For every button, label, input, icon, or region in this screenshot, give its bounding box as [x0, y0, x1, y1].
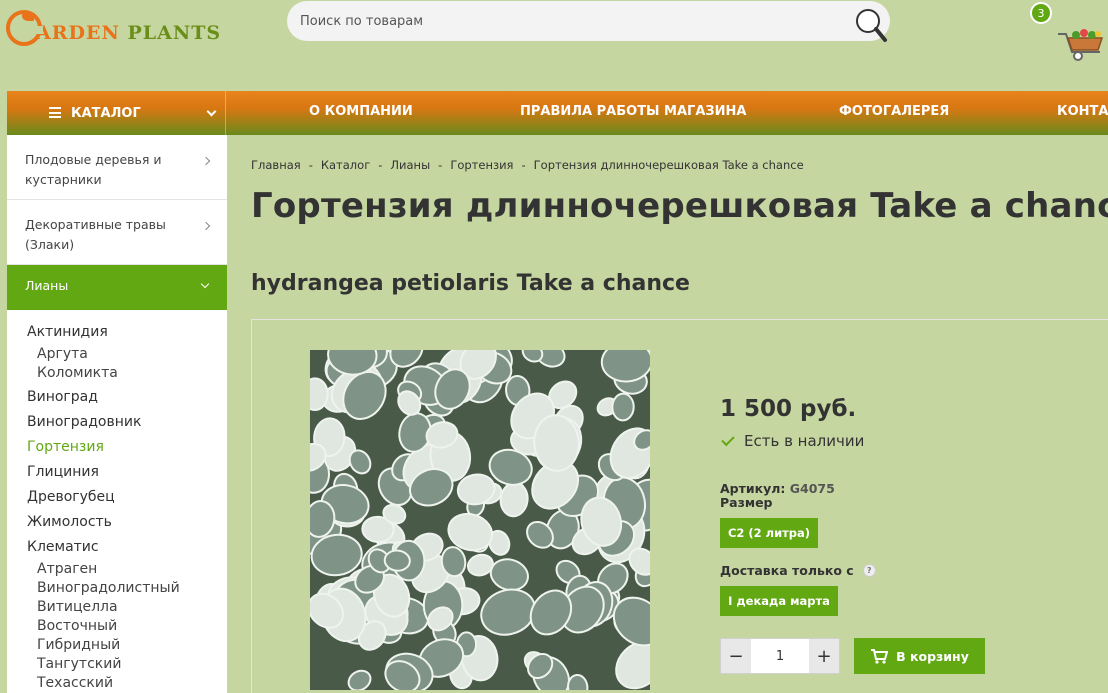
page-title: Гортензия длинночерешковая Take a chance	[251, 186, 1108, 226]
sidebar-sub-item[interactable]: Актинидия	[27, 320, 227, 345]
sidebar-sub-sub-item[interactable]: Техасский	[27, 674, 227, 693]
add-to-cart-button[interactable]: В корзину	[854, 638, 985, 674]
catalog-menu-button[interactable]: КАТАЛОГ	[7, 91, 226, 135]
product-photo[interactable]	[310, 350, 650, 690]
nav-about[interactable]: О КОМПАНИИ	[309, 104, 413, 119]
breadcrumb-home[interactable]: Главная	[251, 158, 301, 172]
search-input[interactable]	[300, 13, 840, 29]
sidebar-item-lianas[interactable]: Лианы	[7, 265, 227, 310]
sidebar-item-label: Плодовые деревья и кустарники	[25, 152, 162, 187]
breadcrumb-catalog[interactable]: Каталог	[321, 158, 370, 172]
wheelbarrow-cart-icon[interactable]	[1056, 26, 1108, 62]
sidebar-sub-sub-item[interactable]: Аргута	[27, 345, 227, 364]
sidebar-sub-sub-item[interactable]: Атраген	[27, 560, 227, 579]
breadcrumb-hydrangea[interactable]: Гортензия	[450, 158, 513, 172]
sidebar-sub-sub-item[interactable]: Восточный	[27, 617, 227, 636]
sidebar-sub-sub-item[interactable]: Тангутский	[27, 655, 227, 674]
product-photo-image	[310, 350, 650, 690]
size-label: Размер	[720, 495, 773, 510]
breadcrumb: Главная - Каталог - Лианы - Гортензия - Гортензи…	[251, 158, 804, 172]
sidebar-sub-item[interactable]: Глициния	[27, 460, 227, 485]
size-option-button[interactable]: С2 (2 литра)	[720, 518, 818, 548]
sidebar-sub-item[interactable]: Виноградовник	[27, 410, 227, 435]
product-latin-name: hydrangea petiolaris Take a chance	[251, 271, 690, 296]
catalog-label: КАТАЛОГ	[71, 105, 141, 121]
sidebar-sub-item-current[interactable]: Гортензия	[27, 435, 227, 460]
sidebar-sub-sub-item[interactable]: Гибридный	[27, 636, 227, 655]
delivery-option-button[interactable]: I декада марта	[720, 586, 838, 616]
cart[interactable]: 3	[1030, 2, 1108, 62]
quantity-input[interactable]: 1	[751, 639, 809, 673]
add-to-cart-label: В корзину	[896, 648, 969, 664]
logo[interactable]: ARDEN PLANTS	[6, 10, 221, 46]
search-icon[interactable]	[854, 6, 888, 44]
breadcrumb-current: Гортензия длинночерешковая Take a chance	[533, 158, 804, 172]
search-bar	[287, 1, 890, 44]
sidebar-sub-item[interactable]: Клематис	[27, 535, 227, 560]
sidebar-item-label: Декоративные травы (Злаки)	[25, 217, 166, 252]
menu-icon	[49, 107, 61, 118]
help-icon[interactable]: ?	[862, 564, 876, 577]
logo-text: ARDEN PLANTS	[36, 22, 222, 44]
quantity-stepper: − 1 +	[720, 638, 840, 674]
nav-rules[interactable]: ПРАВИЛА РАБОТЫ МАГАЗИНА	[520, 104, 746, 119]
check-icon	[721, 432, 735, 446]
sidebar-sub-sub-item[interactable]: Коломикта	[27, 364, 227, 383]
nav-contacts[interactable]: КОНТАКТЫ	[1057, 104, 1108, 119]
sidebar-sub-item[interactable]: Виноград	[27, 385, 227, 410]
stock-status: Есть в наличии	[721, 432, 865, 450]
decrease-quantity-button[interactable]: −	[721, 639, 751, 673]
product-price: 1 500 руб.	[720, 396, 857, 422]
sidebar-sublist: Актинидия Аргута Коломикта Виноград Вино…	[7, 310, 227, 693]
cart-count-badge: 3	[1030, 2, 1052, 24]
nav-gallery[interactable]: ФОТОГАЛЕРЕЯ	[839, 104, 949, 119]
chevron-down-icon	[200, 279, 210, 289]
chevron-down-icon	[206, 106, 217, 117]
delivery-label: Доставка только с ?	[720, 563, 876, 578]
main-nav: КАТАЛОГ О КОМПАНИИ ПРАВИЛА РАБОТЫ МАГАЗИ…	[7, 91, 1108, 135]
sidebar-sub-item[interactable]: Жимолость	[27, 510, 227, 535]
increase-quantity-button[interactable]: +	[809, 639, 839, 673]
sidebar-item-grasses[interactable]: Декоративные травы (Злаки)	[7, 200, 227, 265]
sidebar-item-fruit-trees[interactable]: Плодовые деревья и кустарники	[7, 135, 227, 200]
chevron-right-icon	[201, 156, 211, 166]
stock-status-text: Есть в наличии	[744, 432, 865, 450]
product-sku: Артикул: G4075	[720, 481, 835, 496]
sidebar: Плодовые деревья и кустарники Декоративн…	[7, 135, 227, 693]
breadcrumb-lianas[interactable]: Лианы	[390, 158, 430, 172]
sidebar-item-label: Лианы	[25, 278, 69, 293]
sidebar-sub-sub-item[interactable]: Витицелла	[27, 598, 227, 617]
logo-mark	[6, 10, 43, 46]
sidebar-sub-item[interactable]: Древогубец	[27, 485, 227, 510]
cart-icon	[871, 649, 889, 664]
chevron-right-icon	[201, 221, 211, 231]
sidebar-sub-sub-item[interactable]: Виноградолистный	[27, 579, 227, 598]
